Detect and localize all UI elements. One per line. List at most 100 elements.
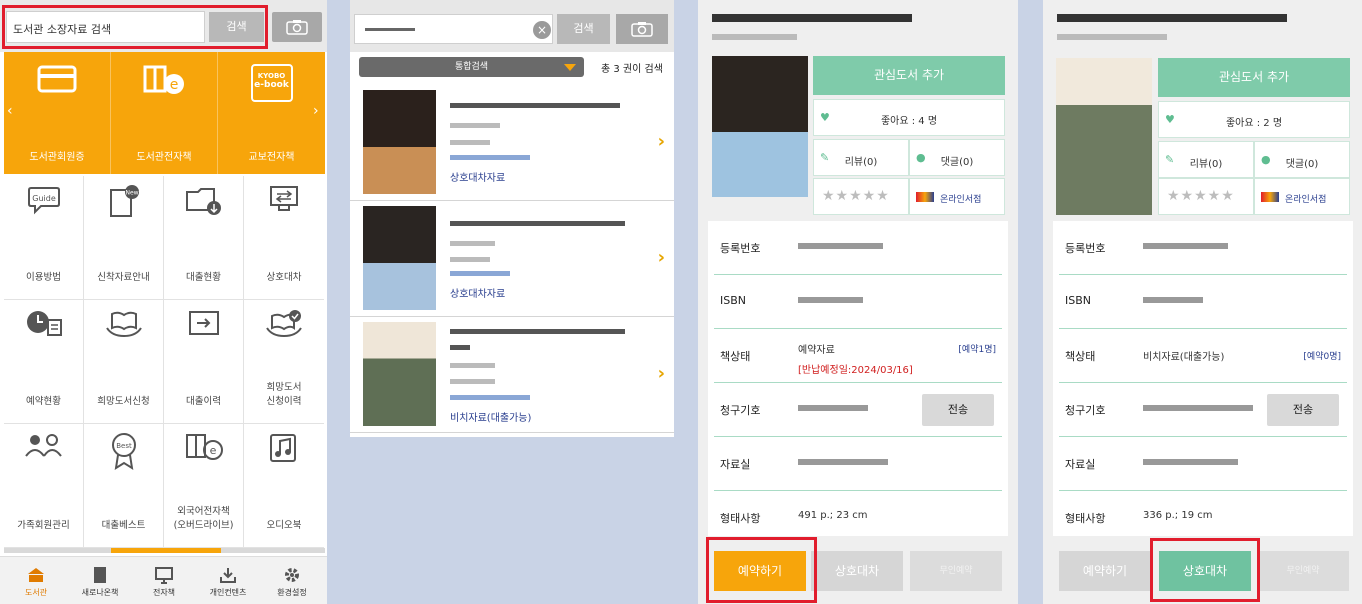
book-cover (1056, 58, 1152, 215)
card-icon (4, 64, 110, 98)
menu-loan-history[interactable]: 대출이력 (164, 300, 244, 424)
book-detail-screen-reserved: 관심도서 추가 ♥ 좋아요 : 4 명 ✎ 리뷰(0) ● 댓글(0) ★★★★★ … (698, 0, 1018, 604)
star-rating[interactable]: ★★★★★ (813, 178, 909, 215)
tile-kyobo-ebook[interactable]: KYOBO e-book 교보전자책 (218, 52, 325, 174)
blurred-value (798, 459, 888, 465)
book-cover (363, 90, 436, 194)
wish-book-icon (84, 308, 163, 344)
due-date: [반납예정일:2024/03/16] (798, 365, 913, 376)
tile-label: 도서관전자책 (136, 152, 192, 163)
highlight-box (1150, 538, 1260, 602)
availability-status: 상호대차자료 (450, 173, 506, 184)
chevron-right-icon[interactable]: › (658, 363, 665, 384)
tile-library-ebook[interactable]: e 도서관전자책 (111, 52, 218, 174)
menu-usage-guide[interactable]: Guide 이용방법 (4, 176, 84, 300)
tab-settings[interactable]: 환경설정 (260, 557, 324, 604)
info-key: 자료실 (1065, 458, 1096, 471)
menu-family-members[interactable]: 가족회원관리 (4, 424, 84, 548)
wish-history-icon (244, 308, 324, 344)
menu-label: 대출현황 (186, 272, 221, 283)
blurred-call-number (450, 395, 530, 400)
blurred-book-title (712, 14, 912, 22)
interloan-button[interactable]: 상호대차 (811, 551, 903, 591)
rating-shop-row: ★★★★★ 온라인서점 (813, 178, 1005, 215)
transfer-button[interactable]: 전송 (1267, 394, 1339, 426)
svg-text:e: e (170, 77, 179, 93)
clear-icon[interactable]: × (533, 21, 551, 39)
info-row-status: 책상태 비치자료(대출가능) [예약0명] (1059, 329, 1347, 383)
tab-personal-contents[interactable]: 개인컨텐츠 (196, 557, 260, 604)
shop-logo-icon (916, 192, 934, 202)
menu-label: 희망도서 신청이력 (266, 382, 302, 407)
menu-loan-best[interactable]: Best 대출베스트 (84, 424, 164, 548)
star-rating[interactable]: ★★★★★ (1158, 178, 1254, 215)
like-counter[interactable]: ♥ 좋아요 : 2 명 (1158, 101, 1350, 138)
menu-wish-book-request[interactable]: 희망도서신청 (84, 300, 164, 424)
comment-button[interactable]: ● 댓글(0) (1254, 141, 1350, 178)
blurred-value (1143, 243, 1228, 249)
info-row-room: 자료실 (1059, 437, 1347, 491)
stars-icon: ★★★★★ (1167, 188, 1235, 204)
review-comment-row: ✎ 리뷰(0) ● 댓글(0) (1158, 141, 1350, 178)
menu-wish-book-history[interactable]: 희망도서 신청이력 (244, 300, 324, 424)
tile-label: 도서관회원증 (29, 152, 85, 163)
book-info-table: 등록번호 ISBN 책상태 예약자료 [예약1명] [반납예정일:2024/03… (708, 221, 1008, 536)
unmanned-reserve-button[interactable]: 무인예약 (910, 551, 1002, 591)
info-row-room: 자료실 (714, 437, 1002, 491)
blurred-title (450, 329, 625, 334)
like-counter[interactable]: ♥ 좋아요 : 4 명 (813, 99, 1005, 136)
menu-label: 예약현황 (26, 396, 61, 407)
transfer-button[interactable]: 전송 (922, 394, 994, 426)
status-value: 비치자료(대출가능) (1143, 352, 1225, 363)
download-icon (196, 565, 260, 585)
search-scope-dropdown[interactable]: 통합검색 (359, 57, 584, 77)
menu-loan-status[interactable]: 대출현황 (164, 176, 244, 300)
result-item[interactable]: 비치자료(대출가능) › (350, 317, 674, 433)
tab-library[interactable]: 도서관 (4, 557, 68, 604)
search-button[interactable]: 검색 (557, 14, 610, 44)
chevron-left-icon[interactable]: ‹ (7, 103, 13, 119)
search-bar: × 검색 (350, 0, 674, 52)
menu-label: 오디오북 (266, 520, 302, 531)
tab-new-books[interactable]: 새로나온책 (68, 557, 132, 604)
info-row-status: 책상태 예약자료 [예약1명] [반납예정일:2024/03/16] (714, 329, 1002, 383)
info-key: 형태사항 (720, 512, 761, 525)
unmanned-reserve-button[interactable]: 무인예약 (1257, 551, 1349, 591)
result-item[interactable]: 상호대차자료 › (350, 85, 674, 201)
info-row-isbn: ISBN (714, 275, 1002, 329)
result-item[interactable]: 상호대차자료 › (350, 201, 674, 317)
search-input[interactable]: × (354, 14, 553, 44)
menu-label: 대출이력 (186, 396, 221, 407)
tab-ebooks[interactable]: 전자책 (132, 557, 196, 604)
chevron-right-icon[interactable]: › (658, 247, 665, 268)
camera-icon[interactable] (272, 12, 322, 42)
add-interest-button[interactable]: 관심도서 추가 (813, 56, 1005, 95)
add-interest-button[interactable]: 관심도서 추가 (1158, 58, 1350, 97)
search-scope-label: 통합검색 (454, 62, 489, 72)
blurred-value (798, 405, 868, 411)
chevron-right-icon[interactable]: › (313, 103, 319, 119)
chevron-right-icon[interactable]: › (658, 131, 665, 152)
camera-icon[interactable] (616, 14, 668, 44)
review-button[interactable]: ✎ 리뷰(0) (1158, 141, 1254, 178)
reserve-button[interactable]: 예약하기 (1059, 551, 1151, 591)
availability-status: 상호대차자료 (450, 289, 506, 300)
blurred-book-title (1057, 14, 1287, 22)
online-shop-button[interactable]: 온라인서점 (1254, 178, 1350, 215)
monitor-icon (132, 565, 196, 585)
guide-badge: Guide (32, 194, 56, 203)
book-detail-screen-available: 관심도서 추가 ♥ 좋아요 : 2 명 ✎ 리뷰(0) ● 댓글(0) ★★★★★ … (1043, 0, 1362, 604)
availability-status: 비치자료(대출가능) (450, 413, 532, 424)
review-button[interactable]: ✎ 리뷰(0) (813, 139, 909, 176)
online-shop-button[interactable]: 온라인서점 (909, 178, 1005, 215)
blurred-author (450, 363, 495, 368)
menu-foreign-ebook[interactable]: e 외국어전자책 (오버드라이브) (164, 424, 244, 548)
menu-audiobook[interactable]: 오디오북 (244, 424, 324, 548)
blurred-book-author (1057, 34, 1167, 40)
menu-reservation-status[interactable]: 예약현황 (4, 300, 84, 424)
bottom-tab-bar: 도서관 새로나온책 전자책 개인컨텐츠 환경설정 (0, 556, 327, 604)
menu-interlibrary-loan[interactable]: 상호대차 (244, 176, 324, 300)
tile-library-card[interactable]: 도서관회원증 (4, 52, 111, 174)
comment-button[interactable]: ● 댓글(0) (909, 139, 1005, 176)
menu-new-arrivals[interactable]: New 신착자료안내 (84, 176, 164, 300)
